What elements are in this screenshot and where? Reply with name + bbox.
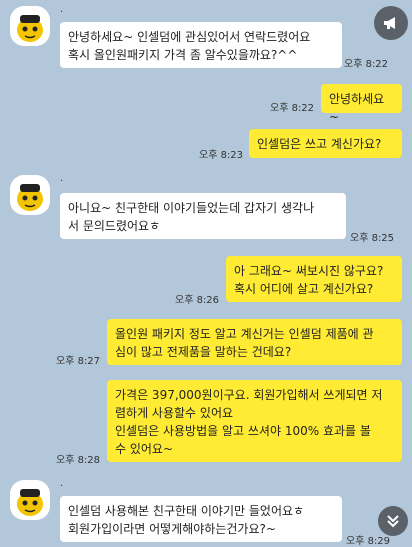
message-bubble-sent[interactable]: 안녕하세요~ <box>321 84 402 124</box>
character-avatar-icon <box>17 489 43 516</box>
message-bubble-received[interactable]: 아니요~ 친구한태 이야기들었는데 갑자기 생각나 서 문의드렸어요ㅎ <box>60 193 346 239</box>
megaphone-icon <box>384 17 395 29</box>
message-bubble-sent[interactable]: 인셀덤은 쓰고 계신가요? <box>249 129 402 158</box>
notice-button[interactable] <box>374 6 408 40</box>
message-time: 오후 8:22 <box>270 103 315 114</box>
message-time: 오후 8:28 <box>56 455 101 466</box>
character-avatar-icon <box>17 15 43 42</box>
message-time: 오후 8:26 <box>175 295 220 306</box>
message-time: 오후 8:22 <box>344 59 389 70</box>
avatar[interactable] <box>10 480 50 520</box>
message-time: 오후 8:27 <box>56 356 101 367</box>
avatar[interactable] <box>10 6 50 46</box>
sender-name: . <box>60 4 64 15</box>
message-bubble-sent[interactable]: 올인원 패키지 정도 알고 계신거는 인셀덤 제품에 관 심이 많고 전제품을 … <box>107 319 402 365</box>
avatar[interactable] <box>10 175 50 215</box>
message-bubble-sent[interactable]: 가격은 397,000원이구요. 회원가입해서 쓰게되면 저 렴하게 사용할수 … <box>107 380 402 462</box>
double-chevron-down-icon <box>387 515 399 528</box>
message-bubble-sent[interactable]: 아 그래요~ 써보시진 않구요? 혹시 어디에 살고 계신가요? <box>226 256 402 302</box>
message-bubble-received[interactable]: 인셀덤 사용해본 친구한태 이야기만 들었어요ㅎ 회원가입이라면 어떻게해야하는… <box>60 496 342 542</box>
message-time: 오후 8:23 <box>199 150 244 161</box>
message-time: 오후 8:29 <box>346 536 391 547</box>
sender-name: . <box>60 478 64 489</box>
scroll-down-button[interactable] <box>378 506 408 536</box>
message-time: 오후 8:25 <box>350 233 395 244</box>
message-bubble-received[interactable]: 안녕하세요~ 인셀덤에 관심있어서 연락드렸어요 혹시 올인원패키지 가격 좀 … <box>60 22 342 68</box>
character-avatar-icon <box>17 184 43 211</box>
sender-name: . <box>60 173 64 184</box>
